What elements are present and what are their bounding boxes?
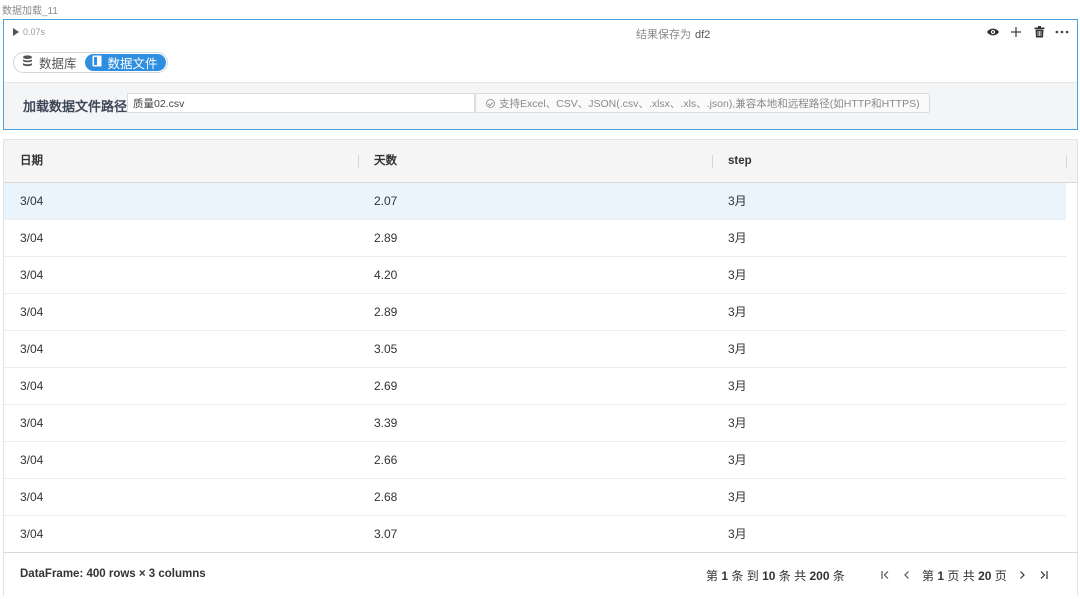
table-cell: 2.69	[374, 379, 398, 393]
save-as-info: 结果保存为 df2	[636, 26, 710, 42]
table-row[interactable]: 3/04 2.89 3月	[4, 220, 1066, 257]
column-divider[interactable]	[358, 155, 359, 168]
check-circle-icon	[486, 98, 495, 108]
table-cell: 3/04	[20, 490, 44, 504]
trash-icon[interactable]	[1032, 24, 1046, 40]
save-as-label: 结果保存为	[636, 29, 691, 41]
table-cell: 3月	[728, 527, 747, 541]
next-page-icon[interactable]	[1011, 566, 1033, 584]
page-indicator: 第 1 页 共 20 页	[922, 567, 1007, 584]
dataframe-info: DataFrame: 400 rows × 3 columns	[20, 568, 206, 580]
add-icon[interactable]	[1009, 24, 1023, 40]
cell-toolbar: 0.07s 结果保存为 df2	[4, 20, 1077, 46]
run-time: 0.07s	[23, 27, 46, 37]
more-icon[interactable]	[1055, 24, 1069, 40]
table-cell: 3月	[728, 453, 747, 467]
path-label: 加载数据文件路径	[23, 99, 128, 114]
tab-data-file-label: 数据文件	[107, 57, 158, 71]
table-row[interactable]: 3/04 2.66 3月	[4, 442, 1066, 479]
row-range: 第 1 条 到 10 条 共 200 条	[706, 567, 845, 584]
table-body: 3/04 2.07 3月 3/04 2.89 3月 3/04 4.20 3月 3/04 2.89 3月…	[4, 183, 1066, 553]
tab-database-label: 数据库	[39, 57, 77, 71]
path-hint: 支持Excel、CSV、JSON(.csv、.xlsx、.xls、.json),…	[475, 93, 930, 113]
table-cell: 3/04	[20, 268, 44, 282]
table-cell: 3/04	[20, 342, 44, 356]
page-mid: 页 共	[947, 568, 975, 583]
path-hint-text: 支持Excel、CSV、JSON(.csv、.xlsx、.xls、.json),…	[499, 97, 920, 110]
cell-tools	[986, 24, 1069, 40]
table-cell: 3月	[728, 231, 747, 245]
column-divider[interactable]	[1066, 155, 1067, 168]
tab-database[interactable]: 数据库	[15, 54, 85, 71]
table-cell: 2.89	[374, 231, 398, 245]
table-row[interactable]: 3/04 2.68 3月	[4, 479, 1066, 516]
page-current: 1	[937, 568, 945, 583]
table-cell: 3.07	[374, 527, 398, 541]
database-icon	[22, 55, 33, 70]
table-cell: 3月	[728, 268, 747, 282]
table-cell: 3/04	[20, 194, 44, 208]
table-cell: 3/04	[20, 379, 44, 393]
table-row[interactable]: 3/04 3.05 3月	[4, 331, 1066, 368]
table-cell: 4.20	[374, 268, 398, 282]
cell-title: 数据加载_11	[2, 6, 58, 17]
table-cell: 3月	[728, 194, 747, 208]
page-suffix: 页	[994, 568, 1007, 583]
table-row[interactable]: 3/04 3.39 3月	[4, 405, 1066, 442]
range-mid2: 条 共	[778, 569, 807, 583]
pagination: 第 1 页 共 20 页	[874, 566, 1055, 584]
source-switch: 数据库 数据文件	[13, 52, 168, 73]
range-start: 1	[721, 569, 729, 583]
page-prefix: 第	[922, 568, 935, 583]
table-row[interactable]: 3/04 2.69 3月	[4, 368, 1066, 405]
table-cell: 3/04	[20, 231, 44, 245]
page-total: 20	[978, 568, 992, 583]
table-cell: 2.89	[374, 305, 398, 319]
save-as-variable[interactable]: df2	[695, 29, 710, 41]
play-icon	[13, 28, 19, 36]
dataframe-table: 日期 天数 step 3/04 2.07 3月 3/04 2.89 3月 3/04 4.20 3…	[3, 139, 1078, 596]
range-mid: 条 到	[731, 569, 759, 583]
table-cell: 2.68	[374, 490, 398, 504]
table-cell: 3/04	[20, 416, 44, 430]
file-icon	[92, 55, 102, 70]
column-header-step[interactable]: step	[728, 140, 752, 183]
table-row[interactable]: 3/04 2.89 3月	[4, 294, 1066, 331]
table-row[interactable]: 3/04 2.07 3月	[4, 183, 1066, 220]
range-total: 200	[809, 569, 830, 583]
column-divider[interactable]	[712, 155, 713, 168]
data-load-cell: 0.07s 结果保存为 df2 数据库 数据文件 加载数据文件路径 质量02.c…	[3, 19, 1078, 130]
table-header: 日期 天数 step	[4, 140, 1077, 183]
file-path-input[interactable]	[127, 93, 475, 113]
first-page-icon[interactable]	[874, 566, 896, 584]
table-cell: 3月	[728, 379, 747, 393]
range-end: 10	[762, 569, 776, 583]
table-cell: 3.39	[374, 416, 398, 430]
table-cell: 3/04	[20, 453, 44, 467]
table-cell: 3月	[728, 416, 747, 430]
column-header-date[interactable]: 日期	[20, 140, 43, 183]
column-header-days[interactable]: 天数	[374, 140, 397, 183]
config-row: 加载数据文件路径 支持Excel、CSV、JSON(.csv、.xlsx、.xl…	[4, 82, 1077, 129]
table-cell: 2.66	[374, 453, 398, 467]
eye-icon[interactable]	[986, 24, 1000, 40]
table-row[interactable]: 3/04 3.07 3月	[4, 516, 1066, 553]
table-cell: 3/04	[20, 527, 44, 541]
table-cell: 3/04	[20, 305, 44, 319]
prev-page-icon[interactable]	[896, 566, 918, 584]
table-cell: 3月	[728, 490, 747, 504]
range-prefix: 第	[706, 569, 719, 583]
range-suffix: 条	[832, 569, 845, 583]
table-footer: DataFrame: 400 rows × 3 columns 第 1 条 到 …	[4, 552, 1077, 596]
table-cell: 3月	[728, 305, 747, 319]
table-cell: 3月	[728, 342, 747, 356]
tab-data-file[interactable]: 数据文件	[84, 54, 166, 71]
table-cell: 2.07	[374, 194, 398, 208]
table-cell: 3.05	[374, 342, 398, 356]
last-page-icon[interactable]	[1033, 566, 1055, 584]
table-row[interactable]: 3/04 4.20 3月	[4, 257, 1066, 294]
run-button[interactable]: 0.07s	[13, 27, 45, 37]
